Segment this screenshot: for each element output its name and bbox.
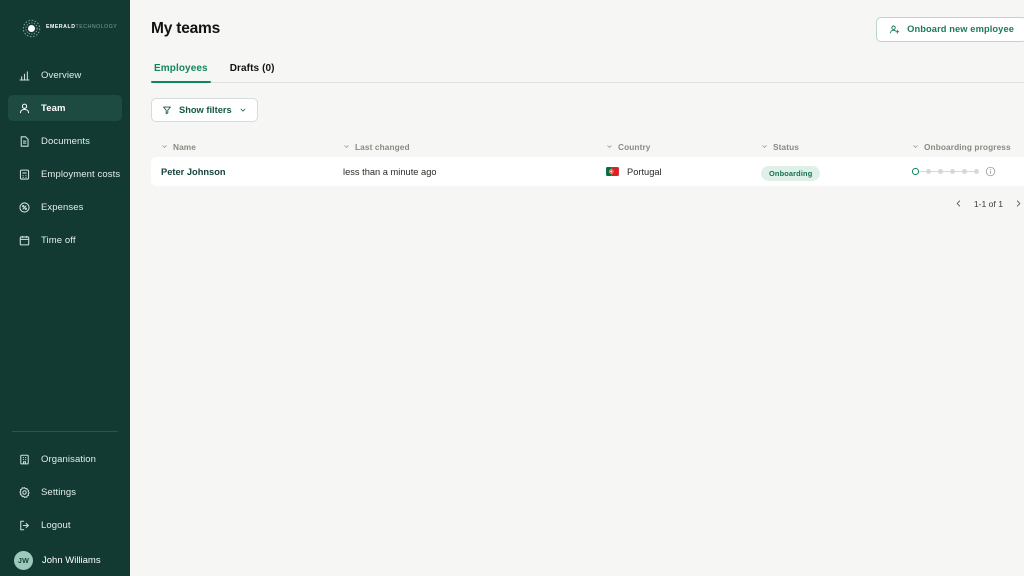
- sidebar-item-label: Documents: [41, 135, 90, 147]
- sidebar-item-label: Employment costs: [41, 168, 121, 180]
- avatar: JW: [14, 551, 33, 570]
- user-plus-icon: [889, 24, 900, 35]
- sidebar-user-name: John Williams: [42, 555, 101, 566]
- column-header-last-changed[interactable]: Last changed: [343, 142, 606, 152]
- progress-connector: [966, 170, 974, 173]
- brand-logo[interactable]: EMERALDTECHNOLOGY: [0, 0, 130, 44]
- document-icon: [17, 134, 31, 148]
- column-header-label: Last changed: [355, 141, 410, 152]
- brand-name: EMERALDTECHNOLOGY: [46, 25, 117, 30]
- pagination: 1-1 of 1: [151, 197, 1024, 210]
- sidebar-item-label: Team: [41, 102, 66, 114]
- sidebar-item-employment-costs[interactable]: Employment costs: [8, 161, 122, 187]
- sidebar-item-label: Expenses: [41, 201, 84, 213]
- cell-country: Portugal: [606, 167, 761, 177]
- sidebar-divider: [12, 431, 118, 432]
- sidebar-item-overview[interactable]: Overview: [8, 62, 122, 88]
- sidebar-item-expenses[interactable]: Expenses: [8, 194, 122, 220]
- app-root: EMERALDTECHNOLOGY Overview Team Document…: [0, 0, 1024, 576]
- progress-connector: [918, 170, 926, 173]
- sidebar: EMERALDTECHNOLOGY Overview Team Document…: [0, 0, 130, 576]
- tab-label: Drafts (0): [229, 63, 275, 74]
- pagination-prev-button[interactable]: [952, 197, 965, 210]
- filter-toolbar: Show filters: [151, 98, 1024, 122]
- chevron-down-icon: [161, 143, 168, 150]
- emerald-circle-logo-icon: [22, 19, 41, 38]
- status-badge: Onboarding: [761, 165, 821, 181]
- chevron-down-icon: [761, 143, 768, 150]
- sidebar-item-label: Settings: [41, 486, 77, 498]
- sidebar-nav-secondary: Organisation Settings Logout JW John Wil…: [0, 431, 130, 576]
- cell-last-changed: less than a minute ago: [343, 166, 437, 177]
- sidebar-nav-primary: Overview Team Documents Employment costs…: [0, 62, 130, 260]
- sidebar-item-organisation[interactable]: Organisation: [8, 446, 122, 472]
- tab-employees[interactable]: Employees: [151, 63, 211, 83]
- column-header-status[interactable]: Status: [761, 142, 912, 152]
- column-header-label: Country: [618, 141, 651, 152]
- sidebar-item-label: Logout: [41, 519, 71, 531]
- sidebar-item-documents[interactable]: Documents: [8, 128, 122, 154]
- progress-connector: [942, 170, 950, 173]
- page-title: My teams: [151, 20, 221, 37]
- chevron-down-icon: [606, 143, 613, 150]
- logout-icon: [17, 518, 31, 532]
- bar-chart-icon: [17, 68, 31, 82]
- tab-label: Employees: [154, 63, 208, 74]
- sidebar-item-settings[interactable]: Settings: [8, 479, 122, 505]
- portugal-flag-icon: [606, 167, 619, 176]
- tab-drafts[interactable]: Drafts (0): [227, 63, 278, 82]
- sidebar-item-logout[interactable]: Logout: [8, 512, 122, 538]
- column-header-name[interactable]: Name: [161, 142, 343, 152]
- employees-table: Name Last changed Country Status Onboard…: [151, 136, 1024, 186]
- chevron-down-icon: [239, 106, 247, 114]
- sidebar-user-profile[interactable]: JW John Williams: [0, 545, 130, 570]
- sidebar-item-label: Organisation: [41, 453, 97, 465]
- gear-icon: [17, 485, 31, 499]
- chevron-right-icon: [1014, 199, 1023, 208]
- chevron-down-icon: [343, 143, 350, 150]
- cell-country-label: Portugal: [627, 166, 662, 177]
- column-header-label: Status: [773, 141, 799, 152]
- progress-steps: [912, 168, 979, 175]
- page-header: My teams Onboard new employee: [151, 0, 1024, 44]
- table-header-row: Name Last changed Country Status Onboard…: [151, 136, 1024, 157]
- funnel-icon: [162, 105, 172, 115]
- column-header-country[interactable]: Country: [606, 142, 761, 152]
- progress-step-dot: [973, 169, 979, 174]
- chevron-left-icon: [954, 199, 963, 208]
- column-header-label: Onboarding progress: [924, 141, 1011, 152]
- calculator-icon: [17, 167, 31, 181]
- column-header-onboarding-progress[interactable]: Onboarding progress: [912, 142, 1017, 152]
- onboard-new-employee-button[interactable]: Onboard new employee: [876, 16, 1024, 42]
- progress-connector: [930, 170, 938, 173]
- cell-onboarding-progress: [912, 166, 1017, 177]
- show-filters-label: Show filters: [179, 105, 232, 115]
- pagination-range-text: 1-1 of 1: [973, 198, 1003, 209]
- user-icon: [17, 101, 31, 115]
- progress-connector: [954, 170, 962, 173]
- sidebar-item-label: Time off: [41, 234, 76, 246]
- building-icon: [17, 452, 31, 466]
- onboard-button-label: Onboard new employee: [907, 24, 1014, 34]
- cell-status: Onboarding: [761, 163, 912, 181]
- info-icon[interactable]: [985, 166, 996, 177]
- main-content: My teams Onboard new employee Employees …: [130, 0, 1024, 576]
- table-row[interactable]: Peter Johnson less than a minute ago Por…: [151, 157, 1024, 186]
- receipt-percent-icon: [17, 200, 31, 214]
- brand-name-bold: EMERALD: [46, 24, 76, 31]
- show-filters-button[interactable]: Show filters: [151, 98, 258, 122]
- calendar-icon: [17, 233, 31, 247]
- sidebar-item-time-off[interactable]: Time off: [8, 227, 122, 253]
- cell-employee-name: Peter Johnson: [161, 166, 226, 177]
- sidebar-item-label: Overview: [41, 69, 82, 81]
- column-header-label: Name: [173, 141, 196, 152]
- sidebar-item-team[interactable]: Team: [8, 95, 122, 121]
- chevron-down-icon: [912, 143, 919, 150]
- brand-name-light: TECHNOLOGY: [75, 24, 118, 31]
- tab-bar: Employees Drafts (0): [151, 54, 1024, 83]
- pagination-next-button[interactable]: [1012, 197, 1024, 210]
